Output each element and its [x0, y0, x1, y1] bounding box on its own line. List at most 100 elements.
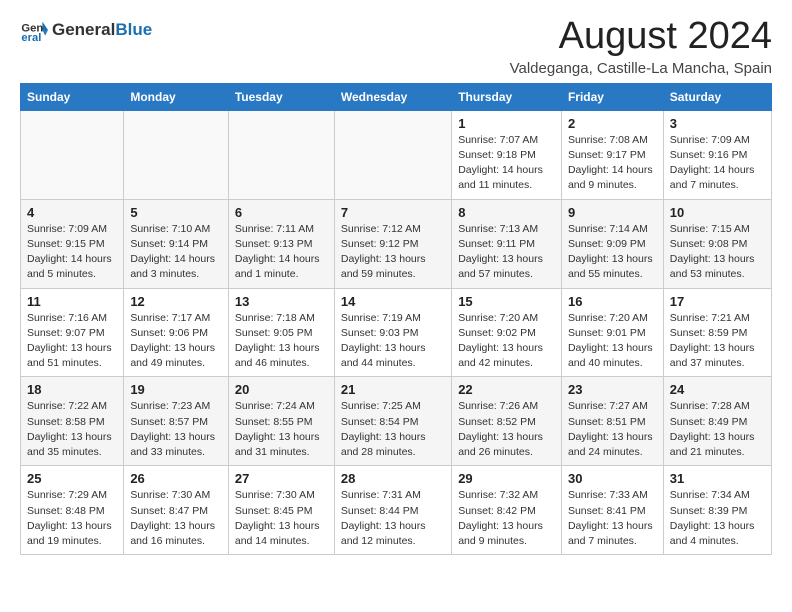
day-info: Sunrise: 7:17 AMSunset: 9:06 PMDaylight:… [130, 311, 222, 372]
day-info: Sunrise: 7:33 AMSunset: 8:41 PMDaylight:… [568, 488, 657, 549]
day-info: Sunrise: 7:08 AMSunset: 9:17 PMDaylight:… [568, 133, 657, 194]
calendar-cell: 17 Sunrise: 7:21 AMSunset: 8:59 PMDayligh… [663, 288, 771, 377]
day-info: Sunrise: 7:23 AMSunset: 8:57 PMDaylight:… [130, 399, 222, 460]
weekday-thursday: Thursday [452, 83, 562, 110]
calendar-cell: 14 Sunrise: 7:19 AMSunset: 9:03 PMDayligh… [334, 288, 451, 377]
day-info: Sunrise: 7:28 AMSunset: 8:49 PMDaylight:… [670, 399, 765, 460]
calendar-cell: 16Sunrise: 7:20 AMSunset: 9:01 PMDayligh… [561, 288, 663, 377]
calendar-cell: 25 Sunrise: 7:29 AMSunset: 8:48 PMDayligh… [21, 466, 124, 555]
day-info: Sunrise: 7:09 AMSunset: 9:16 PMDaylight:… [670, 133, 765, 194]
calendar-cell [124, 110, 229, 199]
weekday-wednesday: Wednesday [334, 83, 451, 110]
page-header: Gen eral GeneralBlue August 2024 Valdega… [20, 16, 772, 77]
day-info: Sunrise: 7:21 AMSunset: 8:59 PMDaylight:… [670, 311, 765, 372]
calendar-cell: 29Sunrise: 7:32 AMSunset: 8:42 PMDayligh… [452, 466, 562, 555]
calendar-cell: 19 Sunrise: 7:23 AMSunset: 8:57 PMDayligh… [124, 377, 229, 466]
weekday-monday: Monday [124, 83, 229, 110]
day-number: 28 [341, 471, 445, 486]
calendar-cell: 13Sunrise: 7:18 AMSunset: 9:05 PMDayligh… [228, 288, 334, 377]
day-number: 25 [27, 471, 117, 486]
calendar-cell: 18Sunrise: 7:22 AMSunset: 8:58 PMDayligh… [21, 377, 124, 466]
calendar-cell: 21Sunrise: 7:25 AMSunset: 8:54 PMDayligh… [334, 377, 451, 466]
calendar-cell: 4 Sunrise: 7:09 AMSunset: 9:15 PMDaylight… [21, 199, 124, 288]
calendar-cell: 22Sunrise: 7:26 AMSunset: 8:52 PMDayligh… [452, 377, 562, 466]
day-info: Sunrise: 7:09 AMSunset: 9:15 PMDaylight:… [27, 222, 117, 283]
svg-text:eral: eral [21, 32, 41, 44]
calendar-cell: 3 Sunrise: 7:09 AMSunset: 9:16 PMDaylight… [663, 110, 771, 199]
calendar-cell: 8Sunrise: 7:13 AMSunset: 9:11 PMDaylight… [452, 199, 562, 288]
day-number: 15 [458, 294, 555, 309]
calendar-cell: 15 Sunrise: 7:20 AMSunset: 9:02 PMDayligh… [452, 288, 562, 377]
day-number: 2 [568, 116, 657, 131]
logo-general: General [52, 20, 115, 39]
calendar-cell: 12 Sunrise: 7:17 AMSunset: 9:06 PMDayligh… [124, 288, 229, 377]
day-info: Sunrise: 7:34 AMSunset: 8:39 PMDaylight:… [670, 488, 765, 549]
day-info: Sunrise: 7:24 AMSunset: 8:55 PMDaylight:… [235, 399, 328, 460]
calendar-cell: 10 Sunrise: 7:15 AMSunset: 9:08 PMDayligh… [663, 199, 771, 288]
weekday-header-row: SundayMondayTuesdayWednesdayThursdayFrid… [21, 83, 772, 110]
day-number: 17 [670, 294, 765, 309]
day-info: Sunrise: 7:29 AMSunset: 8:48 PMDaylight:… [27, 488, 117, 549]
day-number: 4 [27, 205, 117, 220]
calendar-cell: 2 Sunrise: 7:08 AMSunset: 9:17 PMDaylight… [561, 110, 663, 199]
calendar-week-1: 1Sunrise: 7:07 AMSunset: 9:18 PMDaylight… [21, 110, 772, 199]
day-number: 20 [235, 382, 328, 397]
main-title: August 2024 [510, 16, 772, 58]
calendar-cell: 24 Sunrise: 7:28 AMSunset: 8:49 PMDayligh… [663, 377, 771, 466]
day-number: 24 [670, 382, 765, 397]
day-number: 19 [130, 382, 222, 397]
day-info: Sunrise: 7:07 AMSunset: 9:18 PMDaylight:… [458, 133, 555, 194]
day-info: Sunrise: 7:10 AMSunset: 9:14 PMDaylight:… [130, 222, 222, 283]
calendar-cell: 28 Sunrise: 7:31 AMSunset: 8:44 PMDayligh… [334, 466, 451, 555]
calendar-week-3: 11Sunrise: 7:16 AMSunset: 9:07 PMDayligh… [21, 288, 772, 377]
day-info: Sunrise: 7:15 AMSunset: 9:08 PMDaylight:… [670, 222, 765, 283]
day-info: Sunrise: 7:16 AMSunset: 9:07 PMDaylight:… [27, 311, 117, 372]
day-number: 27 [235, 471, 328, 486]
calendar-cell: 27Sunrise: 7:30 AMSunset: 8:45 PMDayligh… [228, 466, 334, 555]
day-info: Sunrise: 7:18 AMSunset: 9:05 PMDaylight:… [235, 311, 328, 372]
day-number: 16 [568, 294, 657, 309]
calendar-cell: 11Sunrise: 7:16 AMSunset: 9:07 PMDayligh… [21, 288, 124, 377]
day-number: 12 [130, 294, 222, 309]
weekday-saturday: Saturday [663, 83, 771, 110]
calendar-cell [21, 110, 124, 199]
calendar-cell: 1Sunrise: 7:07 AMSunset: 9:18 PMDaylight… [452, 110, 562, 199]
calendar-week-5: 25 Sunrise: 7:29 AMSunset: 8:48 PMDayligh… [21, 466, 772, 555]
calendar-cell: 26Sunrise: 7:30 AMSunset: 8:47 PMDayligh… [124, 466, 229, 555]
day-info: Sunrise: 7:31 AMSunset: 8:44 PMDaylight:… [341, 488, 445, 549]
day-info: Sunrise: 7:19 AMSunset: 9:03 PMDaylight:… [341, 311, 445, 372]
calendar-cell [334, 110, 451, 199]
day-info: Sunrise: 7:30 AMSunset: 8:47 PMDaylight:… [130, 488, 222, 549]
calendar-week-4: 18Sunrise: 7:22 AMSunset: 8:58 PMDayligh… [21, 377, 772, 466]
day-info: Sunrise: 7:20 AMSunset: 9:02 PMDaylight:… [458, 311, 555, 372]
day-number: 9 [568, 205, 657, 220]
day-info: Sunrise: 7:14 AMSunset: 9:09 PMDaylight:… [568, 222, 657, 283]
logo-blue: Blue [115, 20, 152, 39]
day-number: 22 [458, 382, 555, 397]
calendar-cell [228, 110, 334, 199]
day-info: Sunrise: 7:27 AMSunset: 8:51 PMDaylight:… [568, 399, 657, 460]
calendar-cell: 7Sunrise: 7:12 AMSunset: 9:12 PMDaylight… [334, 199, 451, 288]
day-number: 6 [235, 205, 328, 220]
day-number: 14 [341, 294, 445, 309]
calendar-cell: 20 Sunrise: 7:24 AMSunset: 8:55 PMDayligh… [228, 377, 334, 466]
calendar-cell: 30 Sunrise: 7:33 AMSunset: 8:41 PMDayligh… [561, 466, 663, 555]
calendar-cell: 9 Sunrise: 7:14 AMSunset: 9:09 PMDaylight… [561, 199, 663, 288]
calendar-cell: 5Sunrise: 7:10 AMSunset: 9:14 PMDaylight… [124, 199, 229, 288]
day-info: Sunrise: 7:13 AMSunset: 9:11 PMDaylight:… [458, 222, 555, 283]
day-number: 21 [341, 382, 445, 397]
subtitle: Valdeganga, Castille-La Mancha, Spain [510, 60, 772, 77]
weekday-tuesday: Tuesday [228, 83, 334, 110]
weekday-sunday: Sunday [21, 83, 124, 110]
day-number: 31 [670, 471, 765, 486]
day-number: 3 [670, 116, 765, 131]
day-number: 10 [670, 205, 765, 220]
calendar-cell: 31 Sunrise: 7:34 AMSunset: 8:39 PMDayligh… [663, 466, 771, 555]
day-number: 18 [27, 382, 117, 397]
calendar-cell: 23Sunrise: 7:27 AMSunset: 8:51 PMDayligh… [561, 377, 663, 466]
logo: Gen eral GeneralBlue [20, 16, 152, 44]
day-number: 30 [568, 471, 657, 486]
calendar-table: SundayMondayTuesdayWednesdayThursdayFrid… [20, 83, 772, 555]
title-block: August 2024 Valdeganga, Castille-La Manc… [510, 16, 772, 77]
day-number: 7 [341, 205, 445, 220]
